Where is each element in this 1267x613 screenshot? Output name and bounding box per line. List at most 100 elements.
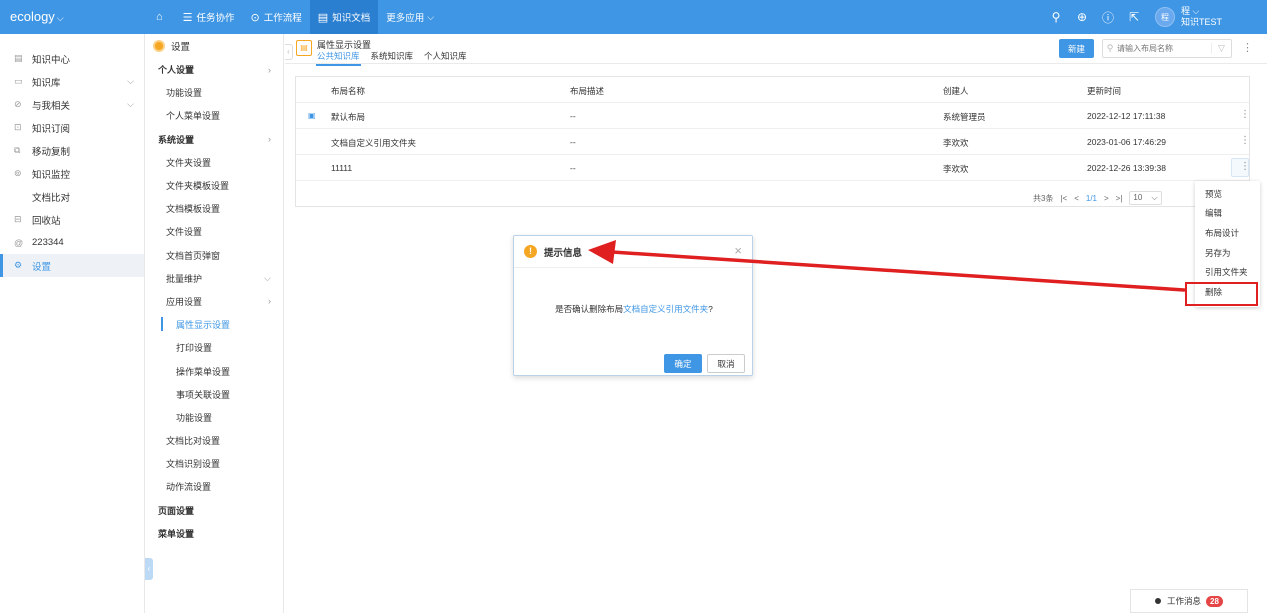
cell-time: 2022-12-26 13:39:38	[1087, 163, 1166, 173]
chevron-right-icon: ›	[268, 134, 271, 145]
settings-icon	[153, 40, 165, 52]
menu-item-preview[interactable]: 预览	[1195, 184, 1260, 204]
row-more-icon[interactable]: ⋮	[1240, 135, 1250, 146]
tree-item-action-flow[interactable]: 动作流设置	[145, 475, 283, 498]
tree-item-folder-template[interactable]: 文件夹模板设置	[145, 174, 283, 197]
top-nav-home[interactable]: ⌂	[148, 0, 175, 34]
menu-item-save-as[interactable]: 另存为	[1195, 243, 1260, 263]
cell-creator: 系统管理员	[943, 112, 986, 122]
top-nav-more[interactable]: 更多应用 ⌵	[378, 0, 442, 34]
left-nav-item-recycle[interactable]: ⊟ 回收站	[0, 208, 144, 231]
tree-item-personal-menu[interactable]: 个人菜单设置	[145, 104, 283, 127]
at-icon: @	[14, 237, 24, 248]
pager-total: 共3条	[1033, 193, 1054, 203]
tree-item-home-popup[interactable]: 文档首页弹窗	[145, 244, 283, 267]
next-page-icon[interactable]: >	[1104, 194, 1109, 203]
top-nav-workflow[interactable]: ⊙ 工作流程	[243, 0, 310, 34]
tree-item-print[interactable]: 打印设置	[145, 336, 283, 359]
tree-item-compare-settings[interactable]: 文档比对设置	[145, 429, 283, 452]
cell-time: 2022-12-12 17:11:38	[1087, 111, 1166, 121]
app-logo[interactable]: ecology ⌵	[10, 9, 64, 24]
tree-item-file-settings[interactable]: 文件设置	[145, 220, 283, 243]
confirm-button[interactable]: 确定	[664, 354, 702, 373]
left-nav-label: 知识订阅	[32, 123, 71, 135]
dialog-layout-link[interactable]: 文档自定义引用文件夹	[623, 304, 708, 314]
tree-item-function-settings[interactable]: 功能设置	[145, 81, 283, 104]
close-icon[interactable]: ×	[734, 243, 742, 258]
menu-item-layout-design[interactable]: 布局设计	[1195, 223, 1260, 243]
tree-item-system-settings[interactable]: 系统设置 ›	[145, 128, 283, 151]
page-size-select[interactable]: 10 ⌵	[1129, 191, 1162, 205]
left-nav-item-related[interactable]: ⊘ 与我相关 ⌵	[0, 93, 144, 116]
chevron-down-icon: ⌵	[264, 272, 271, 283]
tree-item-personal-settings[interactable]: 个人设置 ›	[145, 58, 283, 81]
left-nav-item-223344[interactable]: @223344	[0, 231, 144, 254]
menu-item-reference-folder[interactable]: 引用文件夹	[1195, 262, 1260, 282]
tree-item-menu-settings[interactable]: 菜单设置	[145, 522, 283, 545]
tree-item-page-settings[interactable]: 页面设置	[145, 499, 283, 522]
left-nav-label: 223344	[32, 237, 64, 248]
collapse-sidebar-handle[interactable]: ‹	[145, 558, 153, 580]
tree-item-recognition[interactable]: 文档识别设置	[145, 452, 283, 475]
subscribe-icon: ⊡	[14, 122, 22, 132]
export-icon[interactable]: ⇱	[1121, 10, 1147, 24]
book-icon: ▭	[14, 76, 23, 86]
search-input[interactable]	[1117, 44, 1211, 53]
work-message-bar[interactable]: 工作消息 28	[1130, 589, 1248, 613]
more-options-icon[interactable]: ⋮	[1242, 41, 1253, 54]
cancel-button[interactable]: 取消	[707, 354, 745, 373]
monitor-icon: ⊚	[14, 168, 22, 178]
user-menu[interactable]: 程 ⌵ 知识TEST	[1181, 6, 1222, 28]
left-nav-label: 移动复制	[32, 146, 71, 158]
user-org: 知识TEST	[1180, 17, 1222, 27]
left-nav-label: 知识监控	[32, 169, 71, 181]
table-row[interactable]: 文档自定义引用文件夹 -- 李欢欢 2023-01-06 17:46:29 ⋮	[296, 129, 1250, 155]
column-header: 创建人	[943, 86, 969, 96]
tab-personal-library[interactable]: 个人知识库	[423, 50, 468, 66]
page-doc-icon: ▤	[296, 40, 312, 56]
tree-item-folder-settings[interactable]: 文件夹设置	[145, 151, 283, 174]
new-button[interactable]: 新建	[1059, 39, 1094, 58]
tree-item-operation-menu[interactable]: 操作菜单设置	[145, 359, 283, 382]
tree-item-doc-template[interactable]: 文档模板设置	[145, 197, 283, 220]
tab-public-library[interactable]: 公共知识库	[316, 50, 361, 66]
left-nav-item-compare[interactable]: 文档比对	[0, 185, 144, 208]
top-nav-knowledge[interactable]: ▤ 知识文档	[309, 0, 379, 34]
left-nav-item-monitor[interactable]: ⊚ 知识监控	[0, 162, 144, 185]
left-nav-item-settings[interactable]: ⚙ 设置	[0, 254, 144, 277]
left-nav-item-move-copy[interactable]: ⧉ 移动复制	[0, 139, 144, 162]
tree-item-batch[interactable]: 批量维护 ⌵	[145, 267, 283, 290]
left-nav-item-subscribe[interactable]: ⊡ 知识订阅	[0, 116, 144, 139]
last-page-icon[interactable]: >|	[1116, 194, 1123, 203]
add-icon[interactable]: ⊕	[1069, 10, 1095, 24]
table-row[interactable]: ▣ 默认布局 -- 系统管理员 2022-12-12 17:11:38 ⋮	[296, 103, 1250, 129]
menu-item-edit[interactable]: 编辑	[1195, 204, 1260, 224]
tab-system-library[interactable]: 系统知识库	[370, 50, 415, 66]
flow-icon: ⊙	[250, 11, 260, 24]
help-icon[interactable]: ⓘ	[1095, 9, 1121, 26]
tree-item-function-settings-2[interactable]: 功能设置	[145, 406, 283, 429]
expand-tree-handle[interactable]: ‹	[285, 44, 293, 60]
tree-item-attribute-display[interactable]: 属性显示设置	[145, 313, 283, 336]
top-nav-tasks[interactable]: ☰ 任务协作	[175, 0, 243, 34]
column-header: 布局描述	[570, 86, 605, 96]
dialog-title: 提示信息	[544, 247, 583, 259]
first-page-icon[interactable]: |<	[1060, 194, 1067, 203]
row-more-icon[interactable]: ⋮	[1240, 109, 1250, 120]
left-nav-item-knowledge-base[interactable]: ▭ 知识库 ⌵	[0, 70, 144, 93]
prev-page-icon[interactable]: <	[1074, 194, 1079, 203]
tree-item-related-items[interactable]: 事项关联设置	[145, 383, 283, 406]
filter-icon[interactable]: ▽	[1211, 43, 1231, 54]
left-nav-label: 知识中心	[32, 54, 71, 66]
tree-item-app-settings[interactable]: 应用设置 ›	[145, 290, 283, 313]
cell-name: 文档自定义引用文件夹	[331, 138, 417, 148]
pagination: 共3条 |< < 1/1 > >| 10 ⌵	[1033, 191, 1169, 205]
search-icon[interactable]: ⚲	[1043, 10, 1069, 24]
row-more-icon[interactable]: ⋮	[1240, 161, 1250, 172]
left-nav-item-knowledge-center[interactable]: ▤ 知识中心	[0, 47, 144, 70]
avatar[interactable]: 程	[1154, 7, 1175, 27]
table-row[interactable]: 11111 -- 李欢欢 2022-12-26 13:39:38 ⋮	[296, 155, 1250, 181]
chevron-down-icon: ⌵	[56, 13, 64, 23]
warning-icon: !	[524, 245, 537, 258]
link-icon: ⊘	[14, 99, 22, 109]
